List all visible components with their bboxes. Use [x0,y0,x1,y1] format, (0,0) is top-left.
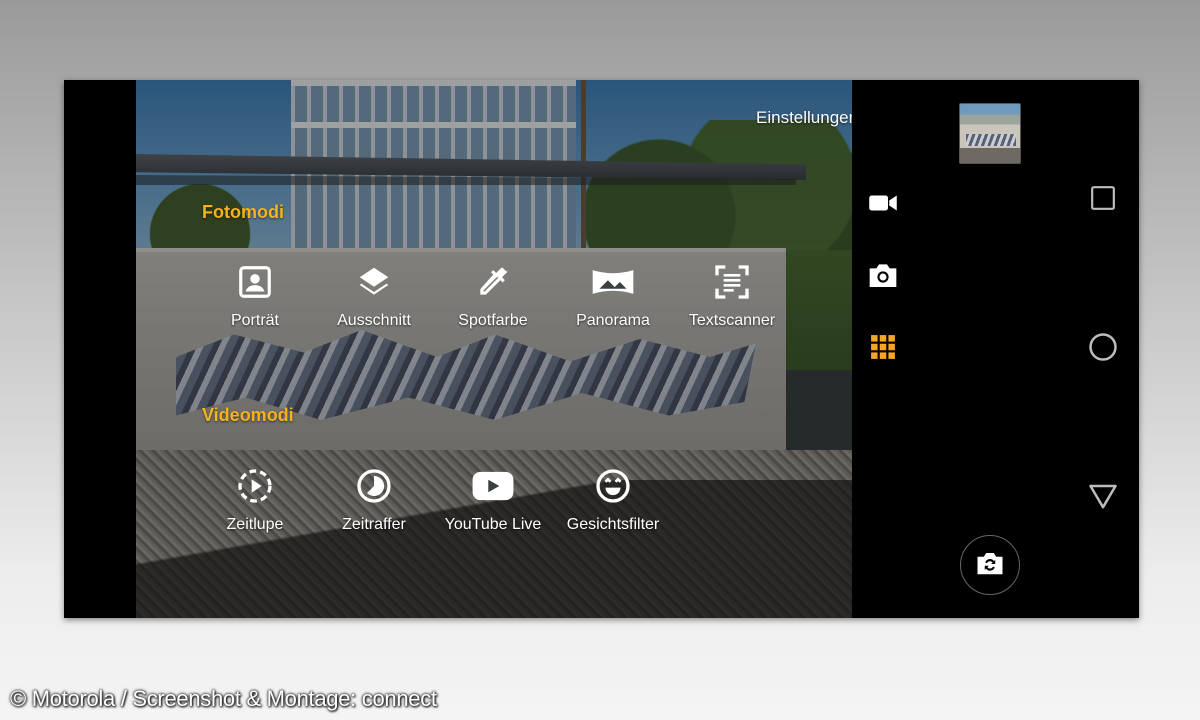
video-camera-icon [868,191,898,220]
back-button[interactable] [1088,483,1118,513]
image-credit: © Motorola / Screenshot & Montage: conne… [10,686,437,711]
mode-label: Spotfarbe [458,312,528,329]
modes-grid-button[interactable] [868,334,898,364]
grid-icon [870,334,896,365]
settings-label: Einstellungen [756,107,852,127]
switch-camera-button[interactable] [960,535,1020,595]
mode-label: YouTube Live [444,516,542,533]
mode-panorama[interactable]: Panorama [558,260,668,330]
text-scan-icon [710,260,754,304]
camera-flip-icon [975,550,1005,581]
timelapse-icon [352,464,396,508]
portrait-icon [233,260,277,304]
mode-label: Ausschnitt [337,312,411,329]
camera-viewfinder[interactable]: Einstellungen Fotomodi Porträt Ausschnit… [136,80,852,618]
mode-label: Zeitlupe [226,516,284,533]
camera-icon [867,261,899,294]
home-button[interactable] [1088,332,1118,367]
layers-icon [352,260,396,304]
mode-timelapse[interactable]: Zeitraffer [319,464,429,534]
youtube-icon [471,464,515,508]
camera-control-panel [852,80,1139,618]
mode-slow-motion[interactable]: Zeitlupe [200,464,310,534]
photo-mode-button[interactable] [868,262,898,292]
slow-motion-icon [233,464,277,508]
mode-label: Porträt [230,312,279,329]
gallery-thumbnail[interactable] [959,103,1021,164]
mode-text-scanner[interactable]: Textscanner [677,260,787,330]
mode-label: Zeitraffer [342,516,406,533]
overlay-dim [136,80,852,618]
mode-label: Gesichtsfilter [566,516,660,533]
mode-face-filter[interactable]: Gesichtsfilter [558,464,668,534]
mode-spot-color[interactable]: Spotfarbe [438,260,548,330]
mode-label: Panorama [576,312,650,329]
video-mode-button[interactable] [868,190,898,220]
video-modes-title: Videomodi [202,405,294,425]
settings-button[interactable]: Einstellungen [756,100,852,135]
eyedropper-icon [471,260,515,304]
photo-modes-title: Fotomodi [202,202,284,222]
mode-cutout[interactable]: Ausschnitt [319,260,429,330]
mode-portrait[interactable]: Porträt [200,260,310,330]
mode-label: Textscanner [688,312,776,329]
panorama-icon [591,260,635,304]
circle-icon [1088,332,1118,367]
square-icon [1090,185,1116,216]
triangle-back-icon [1088,483,1118,514]
face-filter-icon [591,464,635,508]
recents-button[interactable] [1088,185,1118,215]
mode-youtube-live[interactable]: YouTube Live [438,464,548,534]
phone-screen: Einstellungen Fotomodi Porträt Ausschnit… [64,80,1139,618]
